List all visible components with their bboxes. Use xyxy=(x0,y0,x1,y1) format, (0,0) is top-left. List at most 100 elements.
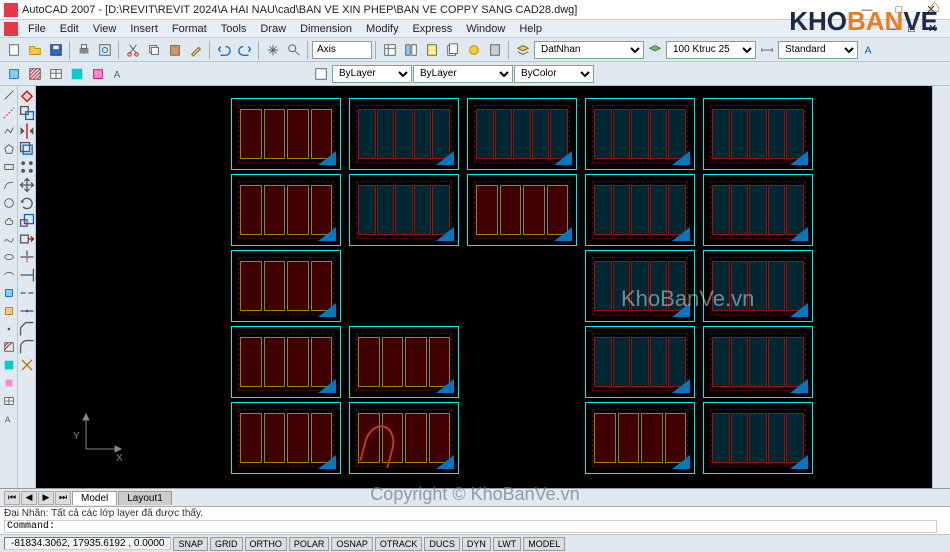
trim-button[interactable] xyxy=(18,248,36,266)
markup-button[interactable] xyxy=(464,40,484,60)
break-button[interactable] xyxy=(18,284,36,302)
ellipse-button[interactable] xyxy=(0,248,18,266)
menu-format[interactable]: Format xyxy=(166,22,213,36)
polyline-button[interactable] xyxy=(0,122,18,140)
arc-button[interactable] xyxy=(0,176,18,194)
menu-edit[interactable]: Edit xyxy=(54,22,85,36)
ellipse-arc-button[interactable] xyxy=(0,266,18,284)
text-style-button[interactable]: A xyxy=(859,40,879,60)
redo-button[interactable] xyxy=(235,40,255,60)
menu-draw[interactable]: Draw xyxy=(254,22,292,36)
linetype-combo[interactable]: ByLayer xyxy=(413,65,513,83)
sb-otrack[interactable]: OTRACK xyxy=(375,537,423,551)
undo-button[interactable] xyxy=(214,40,234,60)
sb-lwt[interactable]: LWT xyxy=(493,537,521,551)
move-button[interactable] xyxy=(18,176,36,194)
axis-combo[interactable] xyxy=(312,41,372,59)
erase-button[interactable] xyxy=(18,86,36,104)
menu-insert[interactable]: Insert xyxy=(124,22,164,36)
drawing-canvas[interactable]: Y X KhoBanVe.vn xyxy=(36,86,932,488)
mtext-tool-button[interactable]: A xyxy=(0,410,18,428)
revision-cloud-button[interactable] xyxy=(0,212,18,230)
menu-file[interactable]: File xyxy=(22,22,52,36)
cut-button[interactable] xyxy=(123,40,143,60)
chamfer-button[interactable] xyxy=(18,320,36,338)
line-button[interactable] xyxy=(0,86,18,104)
save-button[interactable] xyxy=(46,40,66,60)
extend-button[interactable] xyxy=(18,266,36,284)
copy-object-button[interactable] xyxy=(18,104,36,122)
tool-palettes-button[interactable] xyxy=(422,40,442,60)
rotate-button[interactable] xyxy=(18,194,36,212)
match-prop-button[interactable] xyxy=(186,40,206,60)
properties-button[interactable] xyxy=(380,40,400,60)
mtext-button[interactable]: A xyxy=(109,64,129,84)
sb-ducs[interactable]: DUCS xyxy=(424,537,460,551)
hatch-tool-button[interactable] xyxy=(0,338,18,356)
gradient-button[interactable] xyxy=(67,64,87,84)
copy-button[interactable] xyxy=(144,40,164,60)
lineweight-combo[interactable]: ByColor xyxy=(514,65,594,83)
dim-style-combo[interactable]: 100 Ktruc 25 xyxy=(666,41,756,59)
tab-last-button[interactable]: ⏭ xyxy=(55,491,71,505)
gradient-tool-button[interactable] xyxy=(0,356,18,374)
print-button[interactable] xyxy=(74,40,94,60)
paste-button[interactable] xyxy=(165,40,185,60)
polygon-button[interactable] xyxy=(0,140,18,158)
tab-model[interactable]: Model xyxy=(72,491,117,505)
layer-previous-button[interactable] xyxy=(645,40,665,60)
plot-preview-button[interactable] xyxy=(95,40,115,60)
sb-snap[interactable]: SNAP xyxy=(173,537,208,551)
region-tool-button[interactable] xyxy=(0,374,18,392)
stretch-button[interactable] xyxy=(18,230,36,248)
spline-button[interactable] xyxy=(0,230,18,248)
sb-model[interactable]: MODEL xyxy=(523,537,565,551)
point-button[interactable] xyxy=(0,320,18,338)
menu-view[interactable]: View xyxy=(87,22,123,36)
mirror-button[interactable] xyxy=(18,122,36,140)
tab-layout1[interactable]: Layout1 xyxy=(118,491,172,505)
make-block-button[interactable] xyxy=(0,302,18,320)
table-tool-button[interactable] xyxy=(0,392,18,410)
dim-linear-button[interactable] xyxy=(933,86,950,104)
new-button[interactable] xyxy=(4,40,24,60)
explode-button[interactable] xyxy=(18,356,36,374)
layer-combo[interactable]: DatNhan xyxy=(534,41,644,59)
tab-next-button[interactable]: ▶ xyxy=(38,491,54,505)
menu-express[interactable]: Express xyxy=(406,22,458,36)
doc-close-button[interactable]: ✕ xyxy=(928,22,946,35)
quickcalc-button[interactable] xyxy=(485,40,505,60)
sb-dyn[interactable]: DYN xyxy=(462,537,491,551)
menu-modify[interactable]: Modify xyxy=(360,22,404,36)
layer-props-button[interactable] xyxy=(513,40,533,60)
fillet-button[interactable] xyxy=(18,338,36,356)
maximize-button[interactable]: □ xyxy=(884,1,914,19)
menu-dimension[interactable]: Dimension xyxy=(294,22,358,36)
sb-osnap[interactable]: OSNAP xyxy=(331,537,373,551)
dim-button[interactable] xyxy=(757,40,777,60)
menu-help[interactable]: Help xyxy=(513,22,548,36)
join-button[interactable] xyxy=(18,302,36,320)
design-center-button[interactable] xyxy=(401,40,421,60)
hatch-button[interactable] xyxy=(25,64,45,84)
sb-grid[interactable]: GRID xyxy=(210,537,243,551)
array-button[interactable] xyxy=(18,158,36,176)
tab-prev-button[interactable]: ◀ xyxy=(21,491,37,505)
region-button[interactable] xyxy=(88,64,108,84)
minimize-button[interactable]: — xyxy=(852,1,882,19)
sheet-set-button[interactable] xyxy=(443,40,463,60)
block-button[interactable] xyxy=(4,64,24,84)
text-style-combo[interactable]: Standard xyxy=(778,41,858,59)
sb-polar[interactable]: POLAR xyxy=(289,537,330,551)
menu-tools[interactable]: Tools xyxy=(215,22,253,36)
tab-first-button[interactable]: ⏮ xyxy=(4,491,20,505)
construction-line-button[interactable] xyxy=(0,104,18,122)
zoom-button[interactable] xyxy=(284,40,304,60)
insert-block-button[interactable] xyxy=(0,284,18,302)
color-combo[interactable]: ByLayer xyxy=(332,65,412,83)
color-swatch[interactable] xyxy=(311,64,331,84)
open-button[interactable] xyxy=(25,40,45,60)
close-button[interactable]: ✕ xyxy=(916,1,946,19)
pan-button[interactable] xyxy=(263,40,283,60)
rectangle-button[interactable] xyxy=(0,158,18,176)
